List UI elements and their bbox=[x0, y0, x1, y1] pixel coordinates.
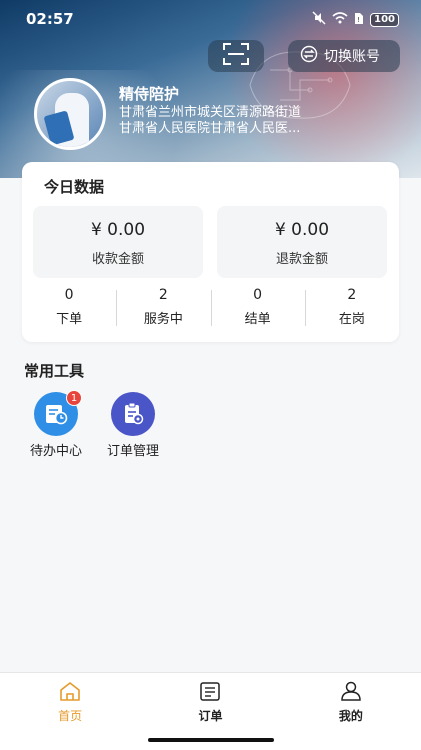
stat-in-service-label: 服务中 bbox=[143, 312, 183, 327]
tab-profile-label: 我的 bbox=[338, 709, 363, 723]
order-management-icon bbox=[111, 392, 155, 436]
tool-order-management-label: 订单管理 bbox=[106, 444, 159, 459]
stat-ordered-label: 下单 bbox=[56, 312, 83, 327]
switch-account-label: 切换账号 bbox=[324, 49, 380, 65]
stat-on-duty[interactable]: 2 在岗 bbox=[304, 286, 399, 330]
home-icon bbox=[58, 682, 82, 705]
wifi-icon bbox=[332, 12, 348, 27]
scan-button[interactable] bbox=[208, 40, 264, 72]
switch-account-button[interactable]: 切换账号 bbox=[288, 40, 400, 72]
tools-section-title: 常用工具 bbox=[24, 362, 85, 380]
org-hospital: 甘肃省人民医院甘肃省人民医... bbox=[119, 121, 301, 136]
refund-amount-value: ¥ 0.00 bbox=[274, 220, 330, 240]
profile-icon bbox=[339, 681, 363, 705]
battery-indicator: 100 bbox=[370, 12, 399, 27]
stat-ordered-count: 0 bbox=[64, 287, 74, 303]
stat-in-service[interactable]: 2 服务中 bbox=[116, 286, 210, 330]
home-indicator[interactable] bbox=[148, 738, 274, 742]
org-name: 精侍陪护 bbox=[119, 85, 180, 103]
todo-badge: 1 bbox=[66, 390, 82, 406]
switch-icon bbox=[300, 45, 318, 67]
stat-in-service-count: 2 bbox=[158, 287, 168, 303]
stat-closed-label: 结单 bbox=[244, 312, 271, 327]
status-bar: 02:57 ! 100 bbox=[0, 0, 421, 34]
order-icon bbox=[198, 682, 222, 705]
receipt-amount-value: ¥ 0.00 bbox=[90, 220, 146, 240]
tool-todo-center[interactable]: 1 待办中心 bbox=[19, 390, 93, 459]
stat-on-duty-count: 2 bbox=[347, 287, 357, 303]
status-time: 02:57 bbox=[26, 10, 74, 28]
todo-center-icon: 1 bbox=[34, 390, 82, 436]
order-stats: 0 下单 2 服务中 0 结单 2 在岗 bbox=[22, 286, 399, 330]
tab-profile[interactable]: 我的 bbox=[281, 673, 421, 728]
stat-closed-count: 0 bbox=[253, 287, 263, 303]
bottom-tab-bar: 首页 订单 我的 bbox=[0, 672, 421, 728]
stat-ordered[interactable]: 0 下单 bbox=[22, 286, 116, 330]
receipt-amount-box[interactable]: ¥ 0.00 收款金额 bbox=[33, 206, 203, 278]
mute-icon bbox=[312, 11, 326, 28]
tab-home-label: 首页 bbox=[58, 709, 83, 723]
refund-amount-box[interactable]: ¥ 0.00 退款金额 bbox=[217, 206, 387, 278]
tab-orders-label: 订单 bbox=[198, 709, 223, 723]
avatar bbox=[34, 78, 106, 150]
tool-order-management[interactable]: 订单管理 bbox=[96, 392, 170, 459]
today-data-title: 今日数据 bbox=[44, 178, 105, 196]
today-data-card: 今日数据 ¥ 0.00 收款金额 ¥ 0.00 退款金额 0 下单 2 服务中 … bbox=[22, 162, 399, 342]
tool-todo-center-label: 待办中心 bbox=[29, 444, 82, 459]
sim-icon: ! bbox=[354, 12, 364, 28]
tab-orders[interactable]: 订单 bbox=[140, 673, 280, 728]
stat-on-duty-label: 在岗 bbox=[338, 312, 365, 327]
stat-closed[interactable]: 0 结单 bbox=[210, 286, 305, 330]
org-address: 甘肃省兰州市城关区清源路街道 bbox=[119, 105, 302, 120]
tab-home[interactable]: 首页 bbox=[0, 673, 140, 728]
refund-amount-label: 退款金额 bbox=[275, 252, 328, 267]
svg-text:!: ! bbox=[357, 16, 360, 24]
scan-icon bbox=[223, 43, 249, 69]
receipt-amount-label: 收款金额 bbox=[91, 252, 144, 267]
